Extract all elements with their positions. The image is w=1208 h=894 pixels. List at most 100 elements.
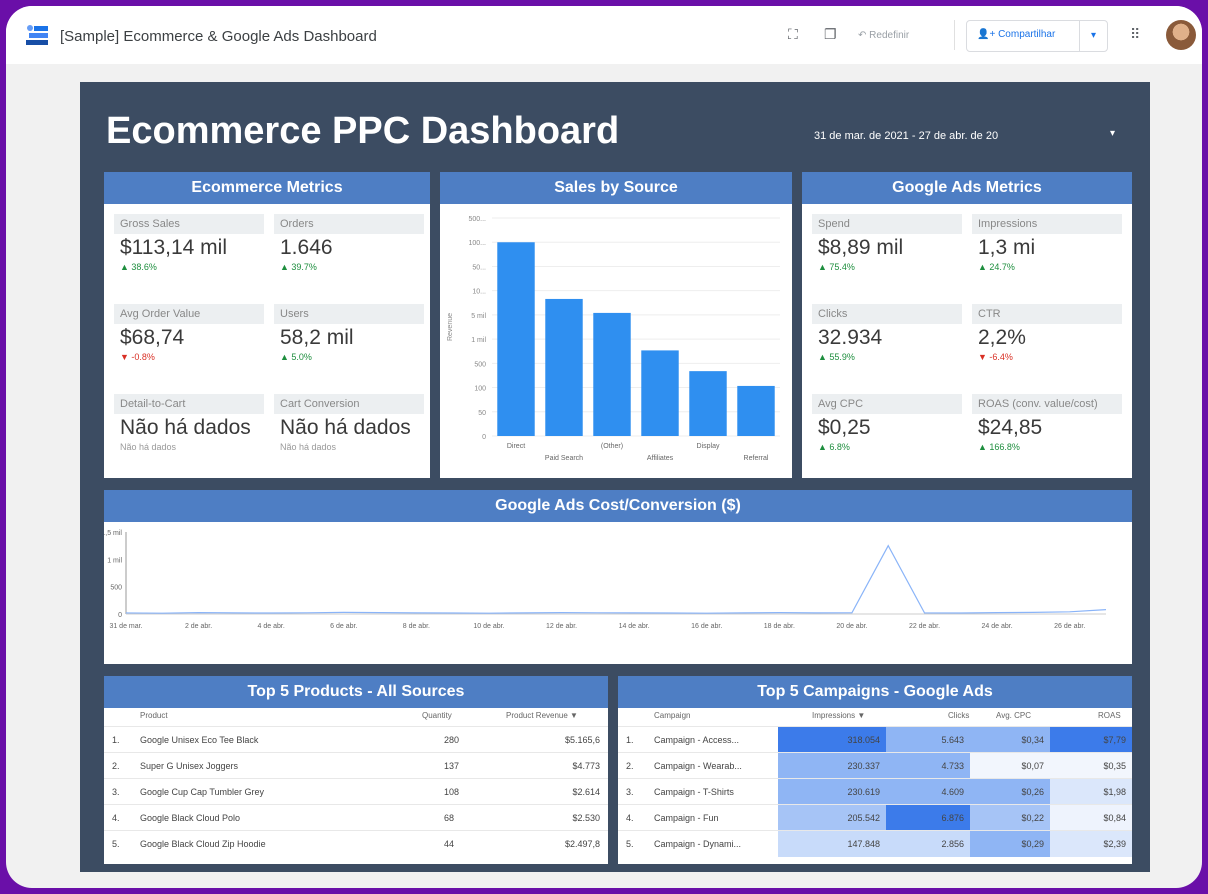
y-tick-label: 1 mil bbox=[471, 337, 486, 344]
bar[interactable] bbox=[689, 371, 727, 436]
ecommerce-metric-card[interactable]: Avg Order Value $68,74 ▼ -0.8% bbox=[114, 304, 264, 386]
ads-metric-value: 2,2% bbox=[978, 326, 1026, 349]
google-ads-metrics-panel: Google Ads Metrics Spend $8,89 mil ▲ 75.4%… bbox=[800, 170, 1134, 480]
column-header[interactable]: Product bbox=[140, 711, 168, 720]
cpc-cell: $0,26 bbox=[970, 779, 1050, 805]
table-row[interactable]: 2. Campaign - Wearab... 230.337 4.733 $0,07 $… bbox=[618, 752, 1132, 779]
row-number: 1. bbox=[626, 735, 634, 745]
row-number: 1. bbox=[112, 735, 120, 745]
ecommerce-metric-card[interactable]: Cart Conversion Não há dados Não há dados bbox=[274, 394, 424, 476]
x-tick-label: Paid Search bbox=[545, 455, 583, 462]
share-button[interactable]: 👤+ Compartilhar ▾ bbox=[966, 20, 1108, 52]
column-header[interactable]: Avg. CPC bbox=[996, 711, 1031, 720]
ads-metric-delta: ▲ 55.9% bbox=[818, 352, 855, 362]
product-revenue: $2.614 bbox=[572, 787, 600, 797]
reset-label: Redefinir bbox=[869, 30, 910, 41]
data-studio-logo-icon[interactable] bbox=[26, 24, 48, 46]
column-header[interactable]: Product Revenue ▼ bbox=[506, 711, 578, 720]
ecommerce-metrics-panel: Ecommerce Metrics Gross Sales $113,14 mil… bbox=[102, 170, 432, 480]
ads-metric-label: CTR bbox=[972, 304, 1122, 324]
copy-icon[interactable]: ❐ bbox=[824, 26, 837, 43]
ecommerce-metric-label: Detail-to-Cart bbox=[114, 394, 264, 414]
row-number: 3. bbox=[626, 787, 634, 797]
x-tick-label: 4 de abr. bbox=[258, 623, 285, 630]
ads-metric-label: Impressions bbox=[972, 214, 1122, 234]
cost-per-conversion-chart[interactable]: 1,5 mil 1 mil 500 0 31 de mar. 2 de abr. 4 de … bbox=[104, 522, 1132, 664]
column-header[interactable]: Campaign bbox=[654, 711, 690, 720]
bar[interactable] bbox=[641, 350, 679, 436]
apps-grid-icon[interactable]: ⠿ bbox=[1130, 26, 1140, 43]
ads-metric-card[interactable]: Impressions 1,3 mi ▲ 24.7% bbox=[972, 214, 1122, 296]
row-number: 3. bbox=[112, 787, 120, 797]
ads-metric-card[interactable]: Clicks 32.934 ▲ 55.9% bbox=[812, 304, 962, 386]
row-number: 4. bbox=[626, 813, 634, 823]
ads-metric-card[interactable]: Avg CPC $0,25 ▲ 6.8% bbox=[812, 394, 962, 476]
impressions-value: 230.337 bbox=[847, 761, 880, 771]
column-header[interactable]: ROAS bbox=[1098, 711, 1121, 720]
table-row[interactable]: 4. Google Black Cloud Polo 68 $2.530 bbox=[104, 804, 608, 831]
reset-button[interactable]: ↶ Redefinir bbox=[858, 30, 909, 41]
ads-metric-delta: ▼ -6.4% bbox=[978, 352, 1013, 362]
ecommerce-metric-card[interactable]: Gross Sales $113,14 mil ▲ 38.6% bbox=[114, 214, 264, 296]
table-header: Product Quantity Product Revenue ▼ bbox=[104, 708, 608, 726]
roas-value: $0,35 bbox=[1103, 761, 1126, 771]
ads-metric-card[interactable]: CTR 2,2% ▼ -6.4% bbox=[972, 304, 1122, 386]
date-range-picker[interactable]: 31 de mar. de 2021 - 27 de abr. de 20 bbox=[814, 130, 998, 142]
table-row[interactable]: 5. Google Black Cloud Zip Hoodie 44 $2.497,… bbox=[104, 830, 608, 857]
ads-metric-card[interactable]: ROAS (conv. value/cost) $24,85 ▲ 166.8% bbox=[972, 394, 1122, 476]
sales-by-source-chart[interactable]: 500...100...50...10...5 mil1 mil50010050… bbox=[440, 204, 792, 478]
bar[interactable] bbox=[737, 385, 775, 436]
table-row[interactable]: 2. Super G Unisex Joggers 137 $4.773 bbox=[104, 752, 608, 779]
table-row[interactable]: 1. Campaign - Access... 318.054 5.643 $0,34 $… bbox=[618, 726, 1132, 753]
column-header[interactable]: Quantity bbox=[422, 711, 452, 720]
product-name: Google Black Cloud Zip Hoodie bbox=[140, 839, 266, 849]
fullscreen-icon[interactable]: ⛶ bbox=[788, 26, 798, 43]
campaign-name: Campaign - Dynami... bbox=[654, 839, 742, 849]
ecommerce-metric-card[interactable]: Users 58,2 mil ▲ 5.0% bbox=[274, 304, 424, 386]
ads-metric-label: Spend bbox=[812, 214, 962, 234]
campaign-name: Campaign - Wearab... bbox=[654, 761, 742, 771]
top-campaigns-table: Campaign Impressions ▼ Clicks Avg. CPC ROAS 1… bbox=[618, 708, 1132, 864]
ads-metric-value: $0,25 bbox=[818, 416, 871, 439]
ecommerce-metric-card[interactable]: Orders 1.646 ▲ 39.7% bbox=[274, 214, 424, 296]
bar[interactable] bbox=[545, 298, 583, 436]
table-row[interactable]: 1. Google Unisex Eco Tee Black 280 $5.165,6 bbox=[104, 726, 608, 753]
date-range-dropdown-icon[interactable]: ▾ bbox=[1110, 128, 1115, 139]
bar[interactable] bbox=[497, 242, 535, 436]
series-line[interactable] bbox=[125, 544, 1107, 614]
clicks-value: 5.643 bbox=[941, 735, 964, 745]
table-row[interactable]: 3. Campaign - T-Shirts 230.619 4.609 $0,26 $1… bbox=[618, 778, 1132, 805]
row-number: 2. bbox=[626, 761, 634, 771]
impressions-cell: 147.848 bbox=[778, 831, 886, 857]
clicks-value: 4.733 bbox=[941, 761, 964, 771]
table-row[interactable]: 4. Campaign - Fun 205.542 6.876 $0,22 $0,84 bbox=[618, 804, 1132, 831]
avatar[interactable] bbox=[1166, 20, 1196, 50]
ads-metric-label: ROAS (conv. value/cost) bbox=[972, 394, 1122, 414]
share-dropdown-icon[interactable]: ▾ bbox=[1079, 21, 1107, 51]
impressions-value: 205.542 bbox=[847, 813, 880, 823]
column-header[interactable]: Clicks bbox=[948, 711, 969, 720]
table-row[interactable]: 3. Google Cup Cap Tumbler Grey 108 $2.614 bbox=[104, 778, 608, 805]
ads-metric-card[interactable]: Spend $8,89 mil ▲ 75.4% bbox=[812, 214, 962, 296]
product-revenue: $2.530 bbox=[572, 813, 600, 823]
ecommerce-metric-value: Não há dados bbox=[280, 416, 411, 439]
product-name: Google Black Cloud Polo bbox=[140, 813, 241, 823]
top-bar: [Sample] Ecommerce & Google Ads Dashboar… bbox=[6, 6, 1202, 64]
bar[interactable] bbox=[593, 312, 631, 436]
impressions-value: 318.054 bbox=[847, 735, 880, 745]
table-row[interactable]: 5. Campaign - Dynami... 147.848 2.856 $0,29 $… bbox=[618, 830, 1132, 857]
ads-metric-value: 32.934 bbox=[818, 326, 883, 349]
impressions-value: 147.848 bbox=[847, 839, 880, 849]
column-header[interactable]: Impressions ▼ bbox=[812, 711, 865, 720]
x-tick-label: 31 de mar. bbox=[109, 623, 142, 630]
report-title[interactable]: [Sample] Ecommerce & Google Ads Dashboar… bbox=[60, 28, 377, 45]
ecommerce-metric-delta: ▲ 39.7% bbox=[280, 262, 317, 272]
y-tick-label: 5 mil bbox=[471, 313, 486, 320]
cpc-value: $0,26 bbox=[1021, 787, 1044, 797]
share-label: 👤+ Compartilhar bbox=[977, 29, 1055, 40]
impressions-cell: 205.542 bbox=[778, 805, 886, 831]
clicks-value: 4.609 bbox=[941, 787, 964, 797]
ecommerce-metric-card[interactable]: Detail-to-Cart Não há dados Não há dados bbox=[114, 394, 264, 476]
product-name: Super G Unisex Joggers bbox=[140, 761, 239, 771]
sales-by-source-heading: Sales by Source bbox=[440, 172, 792, 204]
